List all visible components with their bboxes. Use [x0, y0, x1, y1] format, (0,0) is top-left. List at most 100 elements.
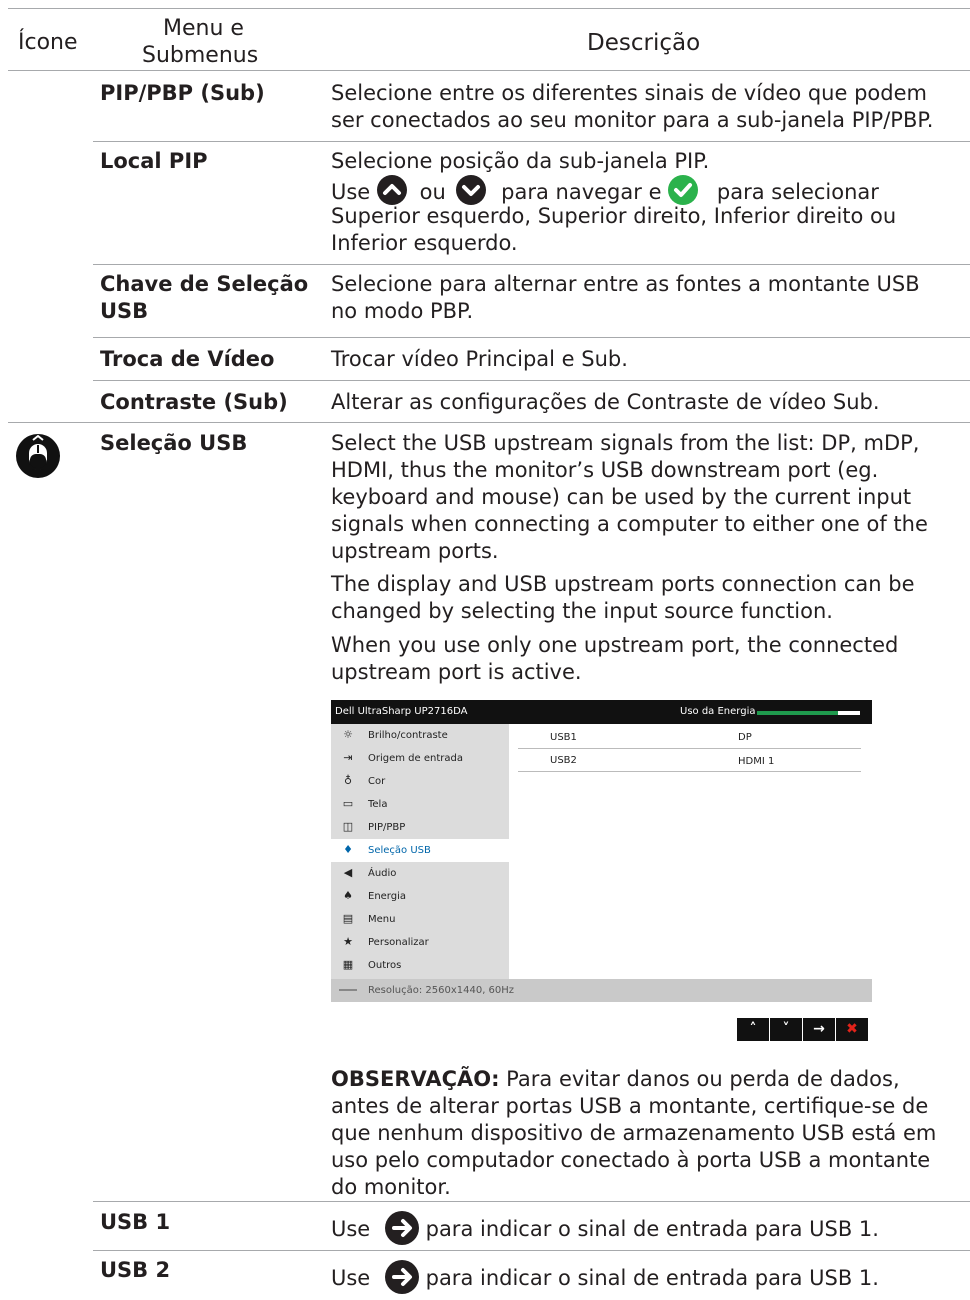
row-rule: [93, 1201, 970, 1202]
row-rule: [93, 380, 970, 381]
desc-contraste-sub: Alterar as configurações de Contraste de…: [331, 390, 880, 414]
header-icon-col: Ícone: [18, 30, 78, 55]
usb2-desc-text: para indicar o sinal de entrada para USB…: [425, 1266, 879, 1290]
osd-item-pip[interactable]: ◫ PIP/PBP: [331, 816, 509, 839]
arrow-right-icon: [384, 1260, 419, 1294]
osd-usb2-source[interactable]: HDMI 1: [738, 756, 774, 767]
chevron-up-icon[interactable]: ˄: [737, 1018, 769, 1041]
osd-item-brilho[interactable]: ☼ Brilho/contraste: [331, 724, 509, 747]
resolution-icon: [339, 989, 357, 991]
desc-line: Selecione para alternar entre as fontes …: [331, 272, 920, 296]
note-line: OBSERVAÇÃO: Para evitar danos ou perda d…: [331, 1066, 967, 1093]
top-rule: [8, 8, 970, 9]
osd-item-origem[interactable]: ⇥ Origem de entrada: [331, 747, 509, 770]
desc-troca-video: Trocar vídeo Principal e Sub.: [331, 347, 628, 371]
desc-line: upstream ports.: [331, 539, 499, 563]
desc-line: Select the USB upstream signals from the…: [331, 431, 920, 455]
close-icon[interactable]: ✖: [836, 1018, 868, 1041]
speaker-icon: ◀: [343, 866, 353, 879]
pip-icon: ◫: [342, 820, 354, 833]
use-text: Use: [331, 180, 371, 204]
desc-line: When you use only one upstream port, the…: [331, 633, 899, 657]
desc-line: upstream port is active.: [331, 660, 582, 684]
menu-icon: ▤: [342, 912, 354, 925]
arrow-right-icon[interactable]: →: [803, 1018, 835, 1041]
menu-local-pip: Local PIP: [100, 149, 208, 173]
input-icon: ⇥: [343, 751, 353, 764]
desc-line: changed by selecting the input source fu…: [331, 599, 833, 623]
check-icon: [668, 175, 699, 205]
select-text: para selecionar: [716, 180, 879, 204]
osd-status-bar: Resolução: 2560x1440, 60Hz: [331, 979, 872, 1002]
desc-line: no modo PBP.: [331, 299, 474, 323]
desc-line: HDMI, thus the monitor’s USB downstream …: [331, 458, 879, 482]
osd-item-outros[interactable]: ▦ Outros: [331, 954, 509, 977]
power-icon: ♠: [343, 889, 353, 902]
arrow-right-icon: [384, 1211, 419, 1245]
menu-selecao-usb: Seleção USB: [100, 431, 248, 455]
menu-troca-video: Troca de Vídeo: [100, 347, 275, 371]
desc-line: keyboard and mouse) can be used by the c…: [331, 485, 912, 509]
menu-pip-pbp-sub: PIP/PBP (Sub): [100, 81, 265, 105]
osd-item-personalizar[interactable]: ★ Personalizar: [331, 931, 509, 954]
row-rule: [93, 264, 970, 265]
note-line: que nenhum dispositivo de armazenamento …: [331, 1121, 937, 1145]
desc-selecao-usb-p1: Select the USB upstream signals from the…: [331, 430, 967, 565]
chevron-up-icon: [376, 175, 407, 205]
osd-status-text: Resolução: 2560x1440, 60Hz: [368, 985, 515, 996]
desc-selecao-usb-p3: When you use only one upstream port, the…: [331, 632, 967, 686]
desc-line: ser conectados ao seu monitor para a sub…: [331, 108, 934, 132]
osd-usb2-port: USB2: [550, 755, 577, 766]
menu-contraste-sub: Contraste (Sub): [100, 390, 288, 414]
osd-item-menu[interactable]: ▤ Menu: [331, 908, 509, 931]
osd-menu: ☼ Brilho/contraste ⇥ Origem de entrada ♁ Co…: [331, 724, 509, 979]
display-icon: ▭: [342, 797, 354, 810]
note-observacao: OBSERVAÇÃO: Para evitar danos ou perda d…: [331, 1066, 967, 1201]
desc-line: Selecione posição da sub-janela PIP.: [331, 149, 710, 173]
desc-line: Selecione entre os diferentes sinais de …: [331, 81, 927, 105]
note-line: uso pelo computador conectado à porta US…: [331, 1148, 931, 1172]
others-icon: ▦: [342, 958, 354, 971]
desc-line: signals when connecting a computer to ei…: [331, 512, 928, 536]
chevron-down-icon: [456, 175, 487, 205]
osd-usb1-port: USB1: [550, 732, 577, 743]
desc-line: Superior esquerdo, Superior direito, Inf…: [331, 204, 897, 228]
header-menu-col-line2: Submenus: [142, 43, 259, 68]
osd-title-bar: Dell UltraSharp UP2716DA Uso da Energia: [331, 700, 872, 724]
row-rule: [8, 422, 970, 423]
osd-usb1-source[interactable]: DP: [738, 732, 752, 743]
header-desc-col: Descrição: [587, 30, 701, 56]
desc-pip-pbp-sub: Selecione entre os diferentes sinais de …: [331, 80, 967, 134]
osd-title: Dell UltraSharp UP2716DA: [335, 706, 468, 717]
navigate-text: para navegar e: [501, 180, 662, 204]
osd-item-selecao-usb[interactable]: ♦ Seleção USB: [331, 839, 509, 862]
usb1-desc-text: para indicar o sinal de entrada para USB…: [425, 1217, 879, 1241]
menu-chave-selecao-usb: Chave de Seleção USB: [100, 271, 308, 325]
color-icon: ♁: [343, 774, 353, 787]
osd-item-audio[interactable]: ◀ Áudio: [331, 862, 509, 885]
osd-item-energia[interactable]: ♠ Energia: [331, 885, 509, 908]
note-line: do monitor.: [331, 1175, 451, 1199]
note-text: Para evitar danos ou perda de dados,: [499, 1067, 900, 1091]
desc-selecao-usb-p2: The display and USB upstream ports conne…: [331, 571, 967, 625]
chevron-down-icon[interactable]: ˅: [770, 1018, 802, 1041]
osd-item-cor[interactable]: ♁ Cor: [331, 770, 509, 793]
use-text: Use: [331, 1266, 371, 1290]
usb-selection-mouse-icon: [14, 432, 62, 480]
osd-energy-label: Uso da Energia: [680, 706, 756, 717]
header-rule: [8, 70, 970, 71]
menu-usb2: USB 2: [100, 1258, 171, 1282]
menu-line: Chave de Seleção: [100, 272, 309, 296]
row-rule: [93, 1250, 970, 1251]
star-icon: ★: [343, 935, 353, 948]
osd-table-divider: [518, 748, 861, 749]
osd-table-divider: [518, 771, 861, 772]
menu-usb1: USB 1: [100, 1210, 171, 1234]
ou-text: ou: [419, 180, 446, 204]
use-text: Use: [331, 1217, 371, 1241]
osd-item-tela[interactable]: ▭ Tela: [331, 793, 509, 816]
header-menu-col-line1: Menu e: [163, 16, 244, 41]
desc-line: Inferior esquerdo.: [331, 231, 518, 255]
row-rule: [93, 141, 970, 142]
desc-chave-selecao-usb: Selecione para alternar entre as fontes …: [331, 271, 967, 325]
